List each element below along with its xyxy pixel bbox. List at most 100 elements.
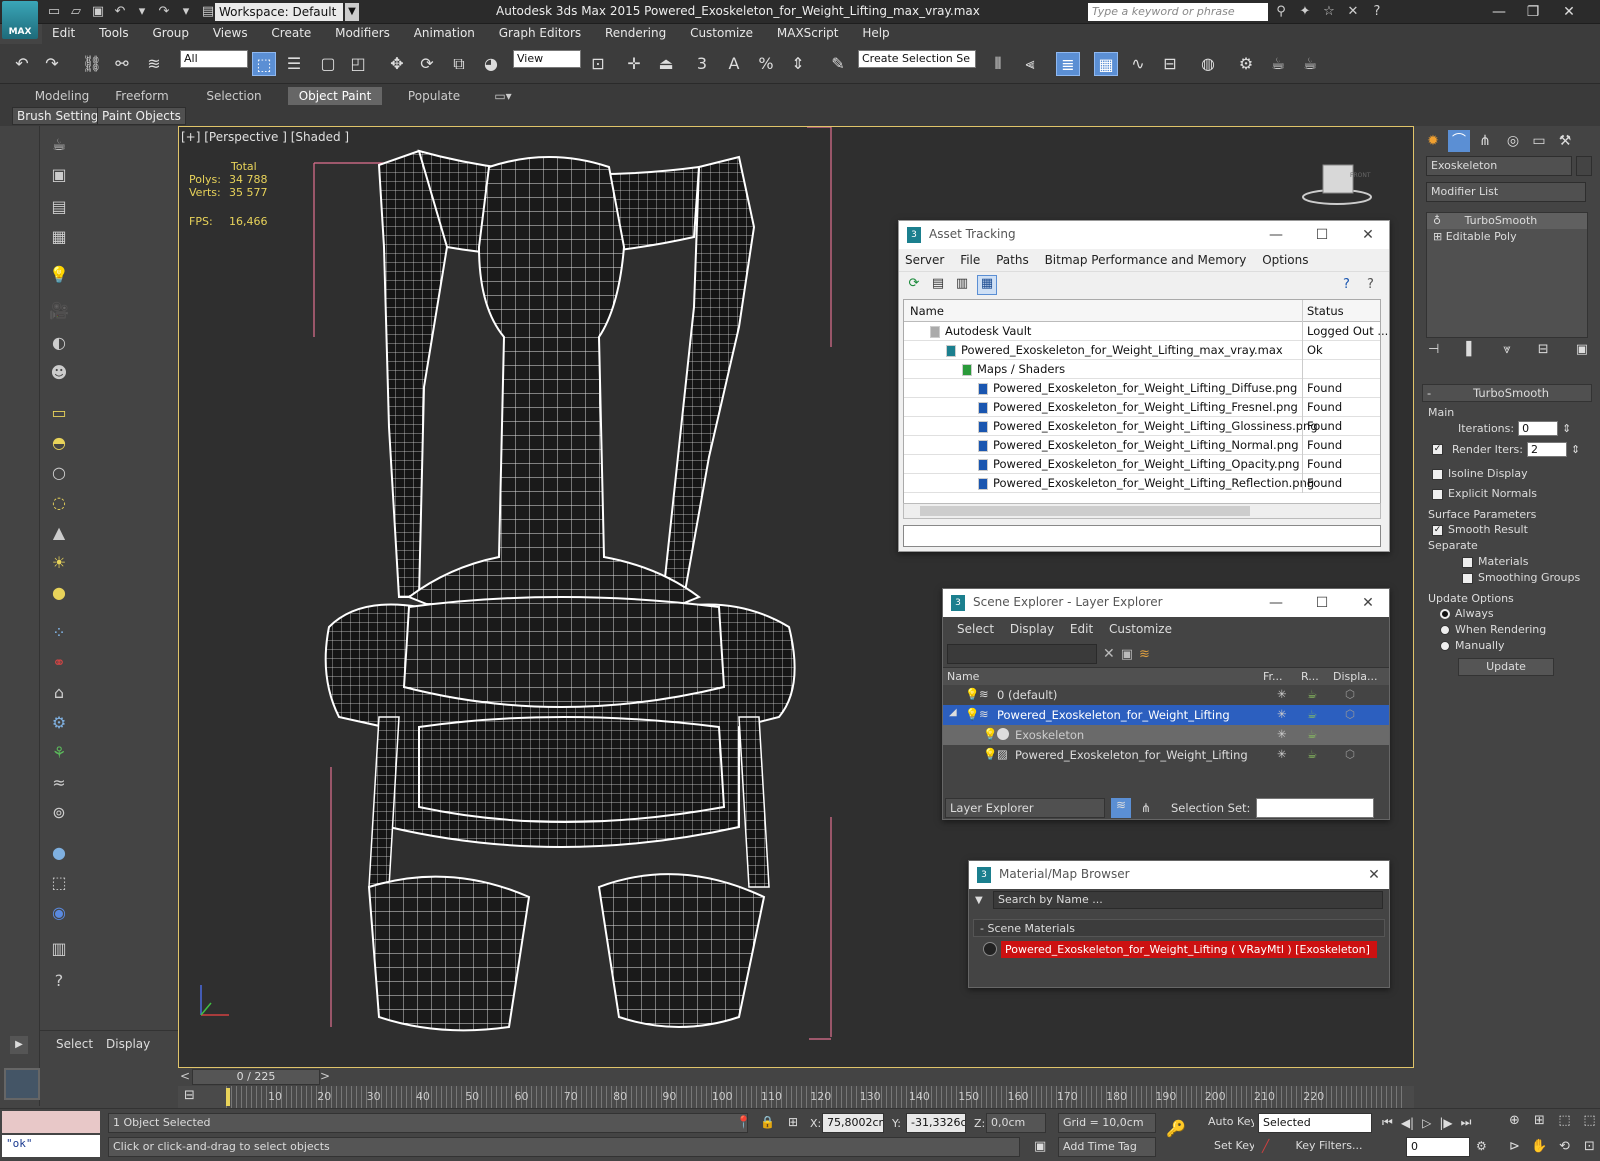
keyboard-shortcut-override-icon[interactable]: ⏏ xyxy=(654,52,678,76)
gear-icon[interactable]: ⚙ xyxy=(46,710,72,736)
hierarchy-icon[interactable]: ⋔ xyxy=(1137,801,1155,815)
star-icon[interactable]: ☆ xyxy=(1321,4,1337,20)
undo-dropdown-icon[interactable]: ▾ xyxy=(134,4,150,20)
render-teapot-icon[interactable]: ☕ xyxy=(1307,687,1317,701)
curve-editor-icon[interactable]: ∿ xyxy=(1126,52,1150,76)
viewcube-label[interactable]: FRONT xyxy=(1350,172,1371,179)
column-name[interactable]: Name xyxy=(910,304,944,318)
show-end-result-icon[interactable]: ▌ xyxy=(1466,342,1476,357)
menu-customize[interactable]: Customize xyxy=(680,24,763,40)
panel-brush-settings[interactable]: Brush Settings xyxy=(12,107,110,125)
table-row[interactable]: Powered_Exoskeleton_for_Weight_Lifting_R… xyxy=(904,474,1380,493)
freeze-icon[interactable]: ✳ xyxy=(1277,687,1287,701)
add-time-tag-button[interactable]: Add Time Tag xyxy=(1058,1137,1156,1157)
render-production-icon[interactable]: ☕ xyxy=(1298,52,1322,76)
scroll-thumb[interactable] xyxy=(920,506,1250,516)
horizontal-scrollbar[interactable] xyxy=(903,503,1381,519)
maximize-viewport-icon[interactable]: ⊡ xyxy=(1579,1139,1600,1161)
time-tag-icon[interactable]: ▣ xyxy=(1034,1139,1046,1154)
spinner-arrows-icon[interactable]: ⇕ xyxy=(1571,443,1580,456)
play-icon[interactable]: ▷ xyxy=(1422,1116,1431,1130)
pan-icon[interactable]: ✋ xyxy=(1529,1139,1550,1161)
sphere-icon[interactable]: ○ xyxy=(46,460,72,486)
snaps-toggle-icon[interactable]: 3 xyxy=(690,52,714,76)
manually-radio[interactable] xyxy=(1440,641,1450,651)
move-icon[interactable]: ✥ xyxy=(385,52,409,76)
zoom-extents-all-icon[interactable]: ⬚ xyxy=(1579,1113,1600,1135)
hair-fur-icon[interactable]: ≈ xyxy=(46,770,72,796)
tab-modeling[interactable]: Modeling xyxy=(22,87,102,105)
smoothing-groups-checkbox[interactable] xyxy=(1462,572,1473,584)
ribbon-options-icon[interactable]: ▭▾ xyxy=(488,87,518,105)
expand-plus-icon[interactable]: ⊞ xyxy=(1433,230,1446,243)
render-teapot-icon[interactable]: ☕ xyxy=(1307,747,1317,761)
freeze-icon[interactable]: ✳ xyxy=(1277,727,1287,741)
list-view-icon[interactable]: ▤ xyxy=(929,276,947,294)
smooth-result-checkbox[interactable]: ✓ xyxy=(1432,524,1443,536)
maximize-icon[interactable]: ☐ xyxy=(1311,225,1333,245)
workspace-dropdown[interactable]: Workspace: Default xyxy=(215,3,343,21)
particles-icon[interactable]: ⁘ xyxy=(46,620,72,646)
field-of-view-icon[interactable]: ⊳ xyxy=(1504,1139,1525,1161)
column-status[interactable]: Status xyxy=(1307,304,1344,318)
absolute-mode-icon[interactable]: ⊞ xyxy=(788,1115,798,1129)
viewport-label[interactable]: [+] [Perspective ] [Shaded ] xyxy=(181,130,349,144)
render-teapot-icon[interactable]: ☕ xyxy=(1307,727,1317,741)
current-frame-marker[interactable] xyxy=(226,1088,230,1106)
menu-file[interactable]: File xyxy=(960,253,980,267)
time-config-icon[interactable]: ⚙ xyxy=(1476,1139,1487,1153)
explorer-type-dropdown[interactable]: Layer Explorer xyxy=(945,798,1105,818)
time-slider-thumb[interactable]: 0 / 225 xyxy=(192,1069,320,1085)
object-color-swatch[interactable] xyxy=(1576,156,1592,176)
material-browser-titlebar[interactable]: 3 Material/Map Browser ✕ xyxy=(969,861,1389,889)
light-bulb-icon[interactable]: 💡 xyxy=(983,747,997,761)
viewcube[interactable] xyxy=(1302,164,1372,205)
scale-icon[interactable]: ⧉ xyxy=(447,52,471,76)
project-folder-icon[interactable]: ▤ xyxy=(200,4,216,20)
go-to-end-icon[interactable]: ⏭ xyxy=(1461,1115,1472,1130)
remove-modifier-icon[interactable]: ⊟ xyxy=(1538,342,1549,357)
help-icon[interactable]: ? xyxy=(1343,277,1361,292)
tab-freeform[interactable]: Freeform xyxy=(102,87,182,105)
iterations-spinner[interactable]: 0 xyxy=(1518,421,1559,436)
table-row[interactable]: Powered_Exoskeleton_for_Weight_Lifting_F… xyxy=(904,398,1380,417)
layer-row[interactable]: 💡 ≋ 0 (default) ✳ ☕ ⬡ xyxy=(943,685,1389,705)
tab-object-paint[interactable]: Object Paint xyxy=(288,87,382,105)
maxscript-output[interactable]: "ok" xyxy=(2,1135,100,1157)
spinner-snap-icon[interactable]: ⇕ xyxy=(786,52,810,76)
isolate-selection-icon[interactable]: 📍 xyxy=(736,1115,751,1129)
rotate-icon[interactable]: ⟳ xyxy=(415,52,439,76)
curve-editor-mini-icon[interactable]: ⊟ xyxy=(184,1088,195,1103)
named-selection-set-dropdown[interactable]: Create Selection Se xyxy=(858,50,976,68)
zoom-icon[interactable]: ⊕ xyxy=(1504,1113,1525,1135)
menu-animation[interactable]: Animation xyxy=(404,24,485,40)
table-row[interactable]: Maps / Shaders xyxy=(904,360,1380,379)
menu-edit[interactable]: Edit xyxy=(1070,622,1093,636)
close-icon[interactable]: ✕ xyxy=(1363,865,1385,885)
always-radio[interactable] xyxy=(1440,609,1450,619)
search-options-icon[interactable]: ▼ xyxy=(975,895,993,906)
select-by-name-icon[interactable]: ☰ xyxy=(282,52,306,76)
light-bulb-icon[interactable]: 💡 xyxy=(965,707,979,721)
menu-graph-editors[interactable]: Graph Editors xyxy=(489,24,591,40)
maximize-icon[interactable]: ☐ xyxy=(1311,593,1333,613)
menu-group[interactable]: Group xyxy=(142,24,199,40)
menu-bitmap-performance[interactable]: Bitmap Performance and Memory xyxy=(1045,253,1247,267)
zoom-extents-icon[interactable]: ⬚ xyxy=(1554,1113,1575,1135)
y-coordinate-field[interactable]: -31,3326cm xyxy=(906,1113,966,1133)
scatter-icon[interactable]: ⊚ xyxy=(46,800,72,826)
layer-mode-icon[interactable]: ≋ xyxy=(1111,798,1131,818)
material-row[interactable]: Powered_Exoskeleton_for_Weight_Lifting (… xyxy=(983,939,1385,959)
stack-item-turbosmooth[interactable]: ♁ TurboSmooth xyxy=(1427,213,1587,229)
table-row[interactable]: Powered_Exoskeleton_for_Weight_Lifting_O… xyxy=(904,455,1380,474)
help-options-icon[interactable]: ? xyxy=(1367,277,1389,292)
keyword-search-input[interactable]: Type a keyword or phrase xyxy=(1088,3,1268,21)
open-file-icon[interactable]: ▱ xyxy=(68,4,84,20)
edit-named-selection-icon[interactable]: ✎ xyxy=(826,52,850,76)
app-logo[interactable]: MAX xyxy=(2,1,38,39)
object-row[interactable]: 💡 Exoskeleton ✳ ☕ xyxy=(943,725,1389,745)
menu-display[interactable]: Display xyxy=(1010,622,1054,636)
go-to-start-icon[interactable]: ⏮ xyxy=(1382,1115,1393,1130)
material-sphere-icon[interactable]: ● xyxy=(46,840,72,866)
display-tab-icon[interactable]: ▭ xyxy=(1528,130,1550,152)
